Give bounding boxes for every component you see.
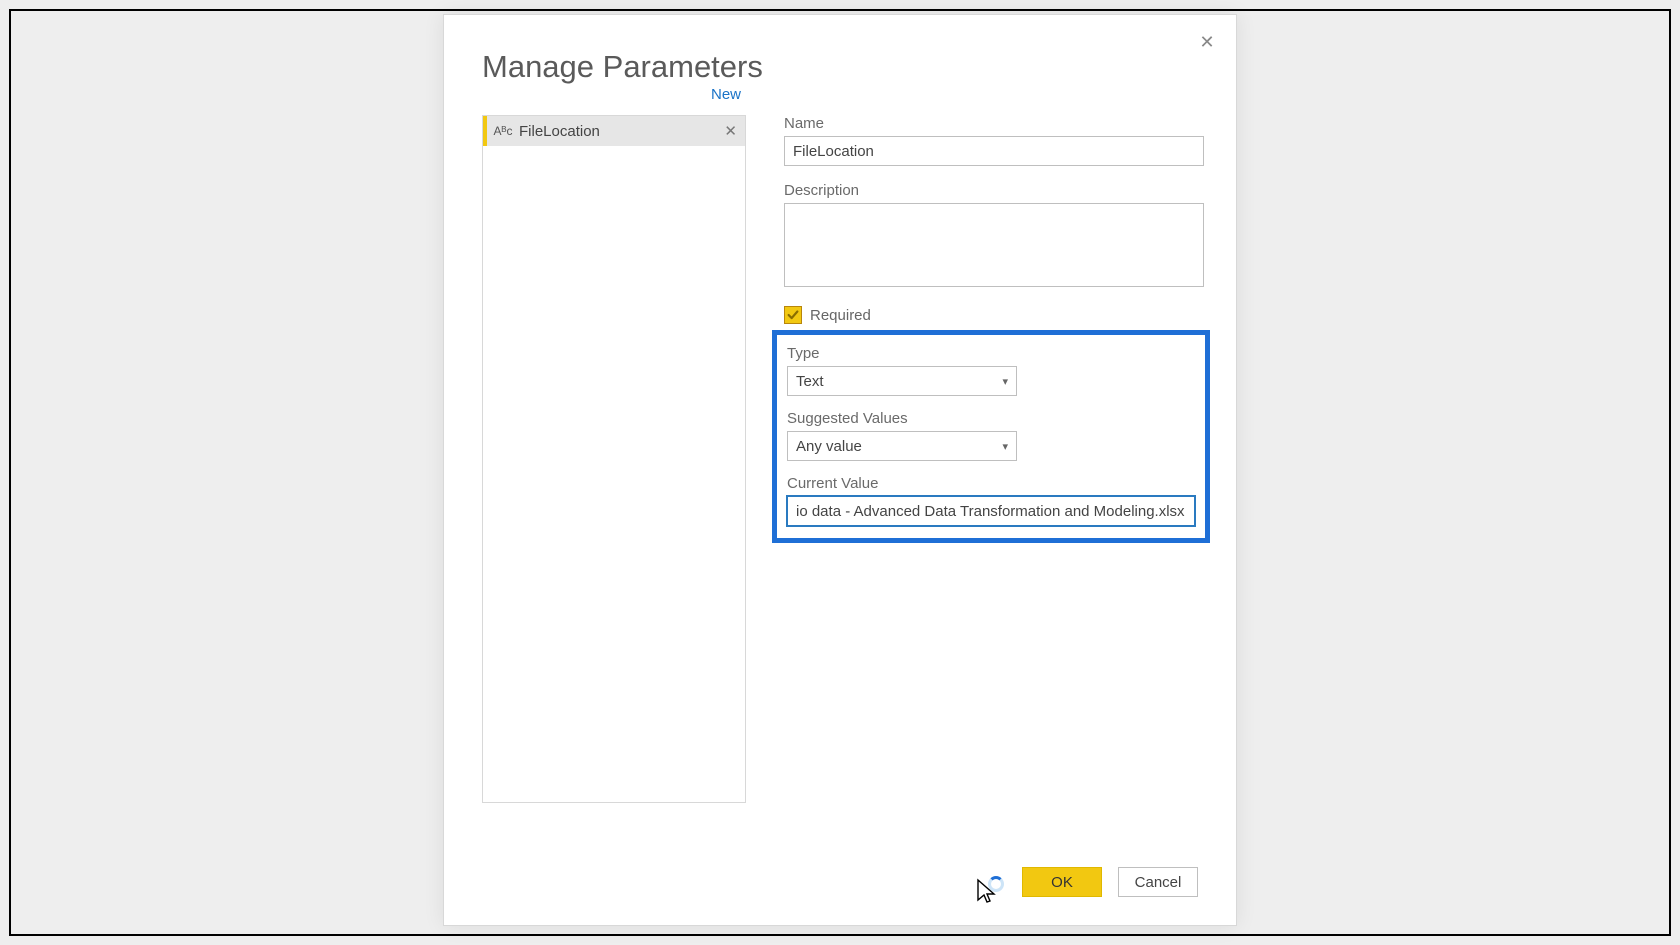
app-canvas: ✕ Manage Parameters New Aᴮc FileLocation…: [0, 0, 1680, 945]
type-label: Type: [787, 345, 1195, 362]
name-field-group: Name: [784, 115, 1204, 166]
cancel-button[interactable]: Cancel: [1118, 867, 1198, 897]
delete-parameter-icon[interactable]: ✕: [724, 122, 737, 140]
current-value-input[interactable]: [787, 496, 1195, 526]
highlighted-section: Type Text ▾ Suggested Values Any value ▾…: [772, 330, 1210, 543]
required-checkbox[interactable]: [784, 306, 802, 324]
parameter-form: Name Description Required Type Text: [784, 115, 1204, 543]
chevron-down-icon: ▾: [1002, 440, 1008, 453]
dialog-buttons: OK Cancel: [1022, 867, 1198, 897]
check-icon: [786, 308, 800, 322]
description-field-group: Description: [784, 182, 1204, 290]
ok-button[interactable]: OK: [1022, 867, 1102, 897]
suggested-values-dropdown-value: Any value: [796, 438, 862, 455]
description-label: Description: [784, 182, 1204, 199]
suggested-values-dropdown[interactable]: Any value ▾: [787, 431, 1017, 461]
parameter-item-name: FileLocation: [513, 123, 724, 140]
type-dropdown-value: Text: [796, 373, 824, 390]
close-icon: ✕: [1199, 32, 1214, 53]
new-parameter-link[interactable]: New: [711, 86, 741, 103]
manage-parameters-dialog: ✕ Manage Parameters New Aᴮc FileLocation…: [443, 14, 1237, 926]
suggested-values-label: Suggested Values: [787, 410, 1195, 427]
mouse-cursor-icon: [976, 878, 996, 906]
name-input[interactable]: [784, 136, 1204, 166]
text-type-icon: Aᴮc: [493, 124, 513, 138]
current-value-label: Current Value: [787, 475, 1195, 492]
description-textarea[interactable]: [784, 203, 1204, 287]
chevron-down-icon: ▾: [1002, 375, 1008, 388]
name-label: Name: [784, 115, 1204, 132]
parameter-list-item[interactable]: Aᴮc FileLocation ✕: [483, 116, 745, 146]
close-button[interactable]: ✕: [1192, 27, 1222, 57]
required-field-group: Required: [784, 306, 1204, 324]
busy-spinner-icon: [988, 876, 1004, 892]
parameter-list: New Aᴮc FileLocation ✕: [482, 115, 746, 803]
type-dropdown[interactable]: Text ▾: [787, 366, 1017, 396]
dialog-title: Manage Parameters: [482, 49, 763, 85]
required-label: Required: [810, 307, 871, 324]
